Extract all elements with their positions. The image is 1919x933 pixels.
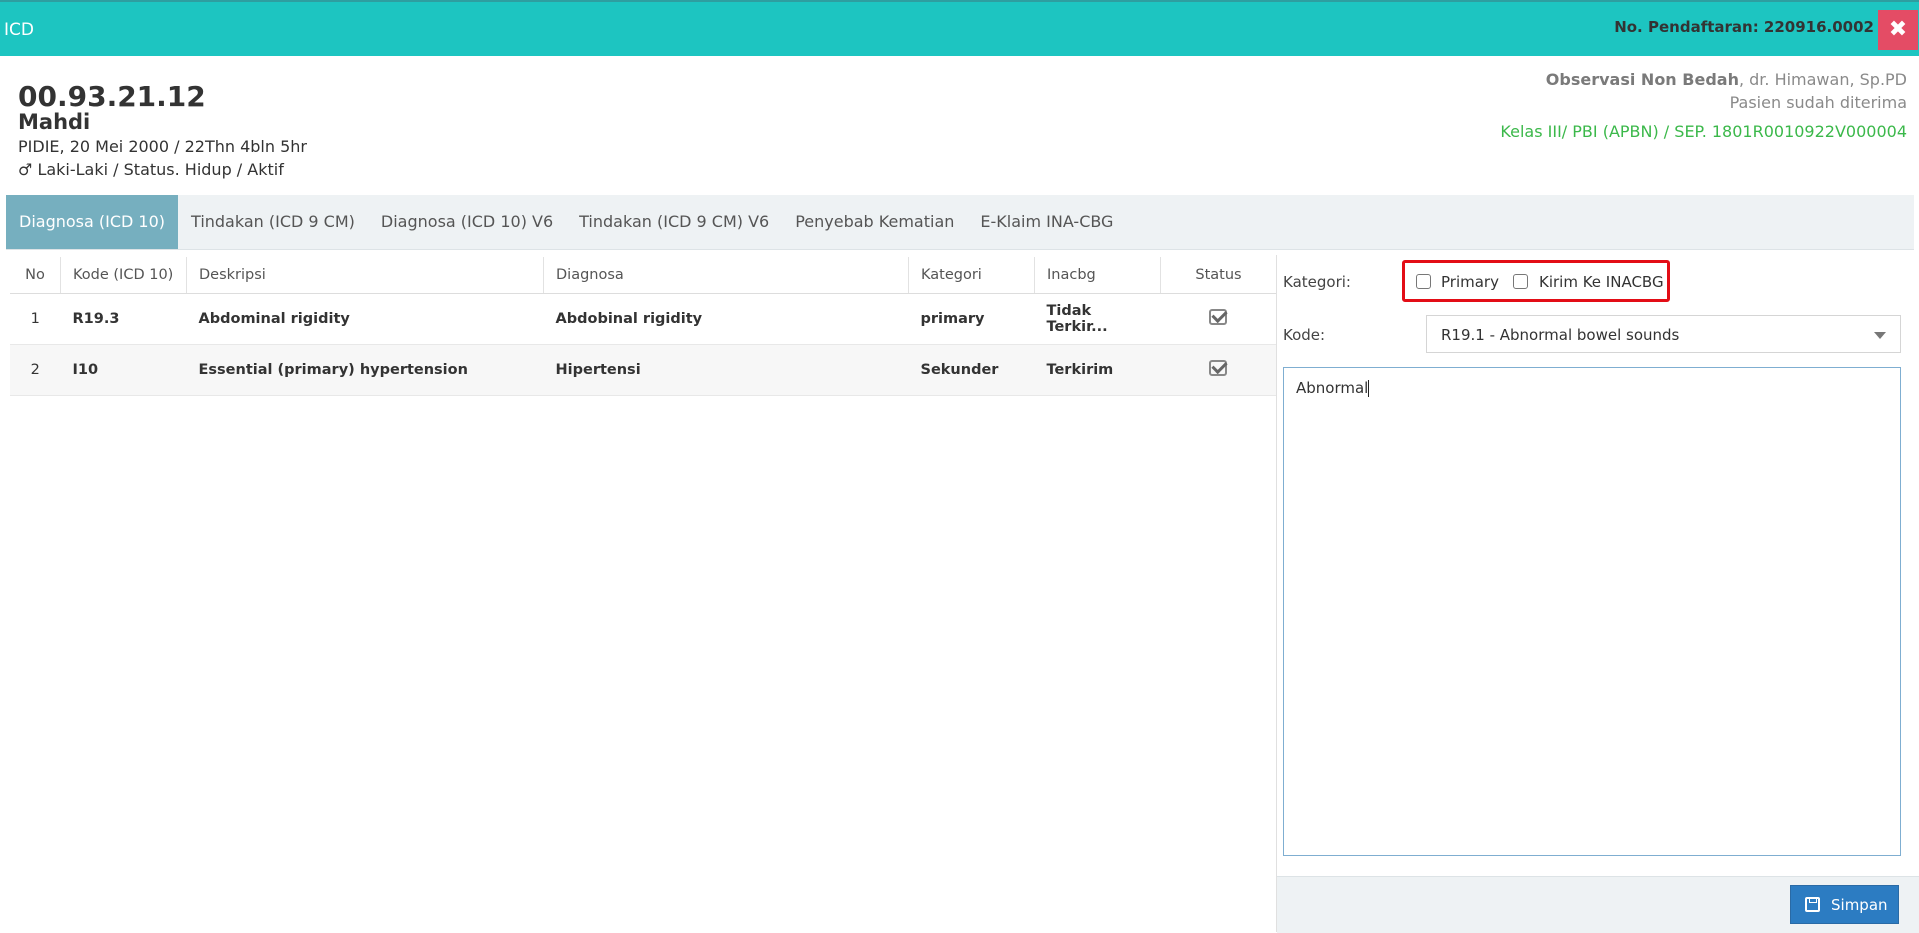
cell-inacbg: Terkirim [1034, 344, 1161, 396]
diagnosis-table: No Kode (ICD 10) Deskripsi Diagnosa Kate… [10, 257, 1276, 396]
primary-checkbox[interactable] [1416, 274, 1431, 289]
cell-kode: R19.3 [60, 293, 187, 345]
chevron-down-icon [1874, 332, 1886, 339]
registration-number: No. Pendaftaran: 220916.0002 [1614, 18, 1874, 36]
cell-diagnosa: Hipertensi [543, 344, 909, 396]
diagnosis-text-input[interactable]: Abnormal [1283, 367, 1901, 856]
cell-diagnosa: Abdobinal rigidity [543, 293, 909, 345]
col-deskripsi: Deskripsi [186, 257, 544, 294]
kirim-inacbg-checkbox[interactable] [1513, 274, 1528, 289]
col-kode: Kode (ICD 10) [60, 257, 187, 294]
patient-birth-info: PIDIE, 20 Mei 2000 / 22Thn 4bln 5hr [18, 137, 307, 156]
ward-name: Observasi Non Bedah [1545, 70, 1739, 89]
patient-name: Mahdi [18, 110, 91, 134]
patient-status-line: ♂ Laki-Laki / Status. Hidup / Aktif [18, 160, 284, 179]
tab-tindakan-icd9cm[interactable]: Tindakan (ICD 9 CM) [178, 195, 368, 249]
tab-tindakan-icd9cm-v6[interactable]: Tindakan (ICD 9 CM) V6 [566, 195, 782, 249]
patient-status-text: Laki-Laki / Status. Hidup / Aktif [37, 160, 284, 179]
modal-header: ICD No. Pendaftaran: 220916.0002 ✖ [0, 0, 1919, 56]
cell-kategori: primary [908, 293, 1035, 345]
tab-diagnosa-icd10-v6[interactable]: Diagnosa (ICD 10) V6 [368, 195, 566, 249]
patient-received-status: Pasien sudah diterima [1729, 93, 1907, 112]
check-square-icon[interactable] [1209, 360, 1228, 376]
save-icon [1805, 897, 1820, 912]
col-inacbg: Inacbg [1034, 257, 1161, 294]
col-no: No [10, 257, 61, 294]
panel-divider [1276, 255, 1277, 932]
tab-bar: Diagnosa (ICD 10) Tindakan (ICD 9 CM) Di… [6, 195, 1914, 250]
kode-select-value: R19.1 - Abnormal bowel sounds [1441, 326, 1680, 344]
modal-title: ICD [4, 20, 34, 40]
close-icon: ✖ [1888, 17, 1908, 42]
kirim-inacbg-label: Kirim Ke INACBG [1539, 273, 1664, 291]
col-diagnosa: Diagnosa [543, 257, 909, 294]
col-kategori: Kategori [908, 257, 1035, 294]
cell-no: 1 [10, 293, 61, 345]
cell-inacbg: Tidak Terkir... [1034, 293, 1161, 345]
cell-kategori: Sekunder [908, 344, 1035, 396]
cell-kode: I10 [60, 344, 187, 396]
diagnosis-text-value: Abnormal [1296, 379, 1369, 397]
text-cursor [1368, 380, 1370, 397]
tab-penyebab-kematian[interactable]: Penyebab Kematian [782, 195, 967, 249]
cell-deskripsi: Abdominal rigidity [186, 293, 544, 345]
doctor-name: , dr. Himawan, Sp.PD [1738, 70, 1907, 89]
cell-status [1160, 293, 1276, 345]
ward-doctor: Observasi Non Bedah, dr. Himawan, Sp.PD [1546, 70, 1907, 89]
kode-select[interactable]: R19.1 - Abnormal bowel sounds [1426, 315, 1901, 353]
tab-eklaim-inacbg[interactable]: E-Klaim INA-CBG [967, 195, 1126, 249]
kode-label: Kode: [1283, 326, 1326, 344]
medical-record-number: 00.93.21.12 [18, 80, 206, 113]
table-row[interactable]: 2 I10 Essential (primary) hypertension H… [10, 344, 1276, 396]
tab-diagnosa-icd10[interactable]: Diagnosa (ICD 10) [6, 195, 179, 249]
male-icon: ♂ [18, 160, 33, 179]
save-button-label: Simpan [1831, 896, 1888, 914]
col-status: Status [1160, 257, 1276, 294]
primary-label: Primary [1441, 273, 1499, 291]
check-square-icon[interactable] [1209, 309, 1228, 325]
cell-deskripsi: Essential (primary) hypertension [186, 344, 544, 396]
cell-no: 2 [10, 344, 61, 396]
save-button[interactable]: Simpan [1790, 885, 1899, 924]
table-header-row: No Kode (ICD 10) Deskripsi Diagnosa Kate… [10, 257, 1276, 294]
kategori-label: Kategori: [1283, 273, 1351, 291]
cell-status [1160, 344, 1276, 396]
table-row[interactable]: 1 R19.3 Abdominal rigidity Abdobinal rig… [10, 293, 1276, 345]
class-sep-info: Kelas III/ PBI (APBN) / SEP. 1801R001092… [1500, 122, 1907, 141]
close-button[interactable]: ✖ [1878, 10, 1918, 50]
